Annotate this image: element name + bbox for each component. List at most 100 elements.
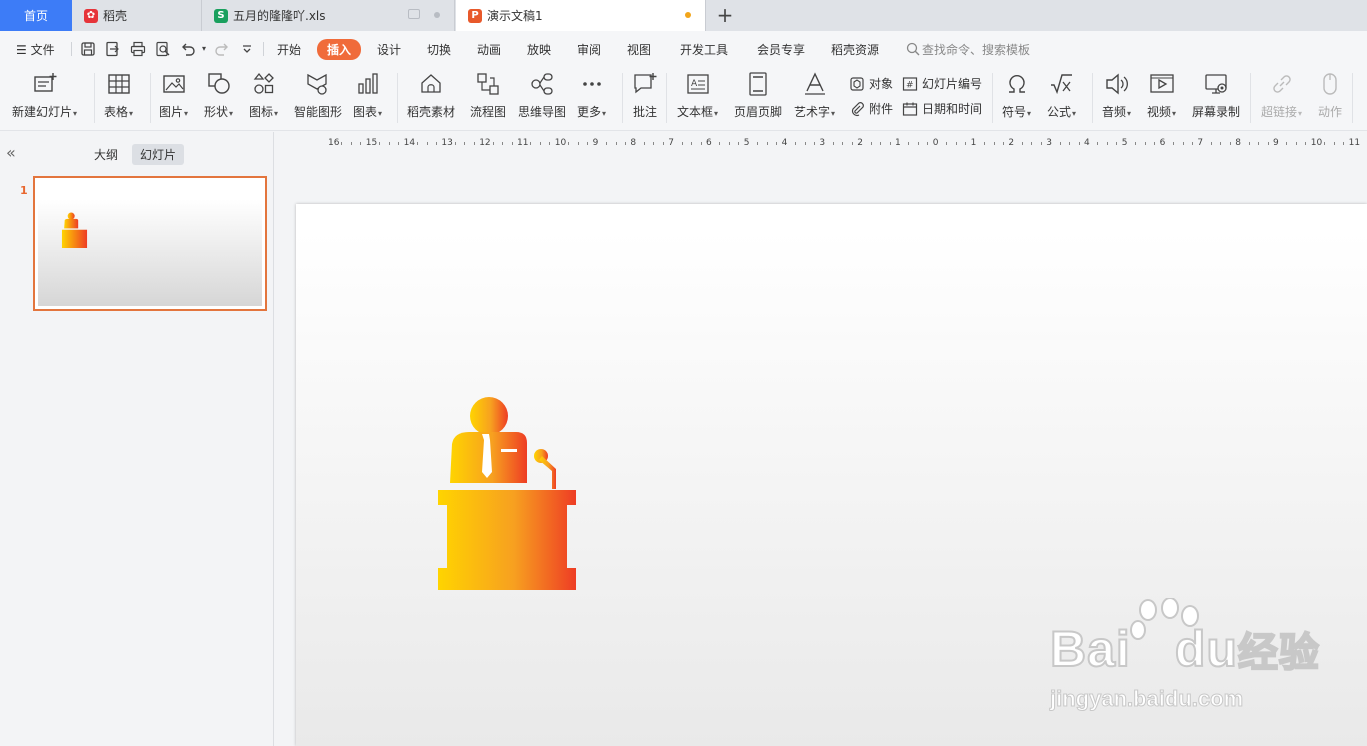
ruler-minor-tick — [662, 142, 664, 145]
tab-outline[interactable]: 大纲 — [86, 144, 126, 165]
svg-text:#: # — [906, 80, 914, 90]
ruler-minor-tick — [398, 142, 400, 145]
ruler-label: 10 — [554, 138, 567, 148]
print-preview-icon[interactable] — [155, 41, 171, 57]
redo-icon[interactable] — [214, 41, 230, 57]
slide-thumbnail[interactable] — [33, 176, 267, 311]
menu-view[interactable]: 视图 — [627, 41, 651, 58]
ruler-minor-tick — [1116, 142, 1118, 145]
monitor-icon — [408, 9, 420, 19]
flowchart-label: 流程图 — [470, 105, 507, 119]
menu-design[interactable]: 设计 — [377, 41, 401, 58]
wordart-button[interactable]: 艺术字▾ — [794, 71, 835, 120]
mindmap-label: 思维导图 — [518, 105, 567, 119]
menu-docer-resources[interactable]: 稻壳资源 — [831, 41, 879, 58]
menu-animation[interactable]: 动画 — [477, 41, 501, 58]
omega-icon — [1008, 74, 1025, 93]
flowchart-button[interactable]: 流程图 — [470, 71, 506, 120]
tab-home[interactable]: 首页 — [0, 0, 72, 31]
ruler-minor-tick — [454, 142, 456, 145]
docer-material-button[interactable]: 稻壳素材 — [407, 71, 455, 120]
ruler-minor-tick — [1305, 142, 1307, 145]
header-footer-label: 页眉页脚 — [734, 105, 783, 119]
customize-toolbar-icon[interactable] — [239, 41, 255, 57]
icon-button[interactable]: 图标▾ — [249, 71, 278, 120]
menu-start[interactable]: 开始 — [277, 41, 301, 58]
menu-developer[interactable]: 开发工具 — [680, 41, 728, 58]
tab-slides[interactable]: 幻灯片 — [132, 144, 185, 165]
symbol-button[interactable]: 符号▾ — [1002, 71, 1031, 120]
ruler-label: 10 — [1310, 138, 1323, 148]
ruler-minor-tick — [492, 142, 494, 145]
print-icon[interactable] — [130, 41, 146, 57]
file-menu[interactable]: ☰ 文件 — [16, 41, 55, 58]
collapse-panel-icon[interactable]: « — [6, 143, 16, 162]
object-button[interactable]: 对象 — [849, 75, 893, 92]
audio-label: 音频 — [1102, 105, 1127, 119]
ruler-minor-tick — [350, 142, 352, 145]
ruler-minor-tick — [587, 142, 589, 145]
picture-label: 图片 — [159, 105, 184, 119]
watermark-brand: Bai du经验 — [1049, 620, 1320, 678]
formula-button[interactable]: 公式▾ — [1047, 71, 1076, 120]
ruler-minor-tick — [1031, 142, 1033, 145]
table-button[interactable]: 表格▾ — [104, 71, 133, 120]
podium-speaker-icon[interactable] — [438, 394, 576, 590]
ruler-minor-tick — [804, 142, 806, 145]
mouse-icon — [1323, 73, 1337, 95]
menu-slideshow[interactable]: 放映 — [527, 41, 551, 58]
ruler-minor-tick — [1040, 142, 1042, 145]
new-slide-button[interactable]: 新建幻灯片▾ — [12, 71, 77, 120]
new-tab-button[interactable]: + — [714, 4, 736, 26]
audio-button[interactable]: 音频▾ — [1102, 71, 1131, 120]
smartart-button[interactable]: 智能图形 — [294, 71, 342, 120]
datetime-button[interactable]: 日期和时间 — [902, 100, 982, 117]
attachment-button[interactable]: 附件 — [849, 100, 893, 117]
chart-button[interactable]: 图表▾ — [353, 71, 382, 120]
textbox-button[interactable]: A 文本框▾ — [677, 71, 718, 120]
menu-member[interactable]: 会员专享 — [757, 41, 805, 58]
object-label: 对象 — [869, 77, 894, 91]
export-pdf-icon[interactable] — [105, 41, 121, 57]
hyperlink-button[interactable]: 超链接▾ — [1261, 71, 1302, 120]
ruler-minor-tick — [870, 142, 872, 145]
docer-material-label: 稻壳素材 — [407, 105, 456, 119]
mindmap-button[interactable]: 思维导图 — [518, 71, 566, 120]
action-button[interactable]: 动作 — [1317, 71, 1343, 120]
more-button[interactable]: 更多▾ — [577, 71, 606, 120]
undo-dropdown-icon[interactable]: ▾ — [196, 41, 212, 57]
tab-xls[interactable]: S 五月的隆隆吖.xls — [202, 0, 455, 31]
slide-number-button[interactable]: # 幻灯片编号 — [902, 75, 982, 92]
ruler-minor-tick — [1248, 142, 1250, 145]
ruler-label: 14 — [403, 138, 416, 148]
menu-bar: ☰ 文件 ▾ 开始 插入 设计 切换 动画 放映 审阅 视图 开发工具 会员专享… — [0, 31, 1367, 67]
ruler-minor-tick — [643, 142, 645, 145]
ruler-minor-tick — [776, 142, 778, 145]
menu-review[interactable]: 审阅 — [577, 41, 601, 58]
undo-icon[interactable] — [180, 41, 196, 57]
ruler-minor-tick — [795, 142, 797, 145]
ruler-minor-tick — [1106, 142, 1108, 145]
menu-transition[interactable]: 切换 — [427, 41, 451, 58]
ruler-minor-tick — [917, 142, 919, 145]
tab-xls-label: 五月的隆隆吖.xls — [233, 9, 326, 23]
comment-button[interactable]: 批注 — [632, 71, 658, 120]
menu-insert[interactable]: 插入 — [317, 39, 362, 60]
ruler-minor-tick — [1069, 142, 1071, 145]
screen-record-button[interactable]: 屏幕录制 — [1192, 71, 1240, 120]
divider — [263, 42, 264, 56]
command-search-input[interactable]: 查找命令、搜索模板 — [922, 41, 1030, 58]
video-button[interactable]: 视频▾ — [1147, 71, 1176, 120]
ruler-minor-tick — [1295, 142, 1297, 145]
ruler-minor-tick — [464, 142, 466, 145]
ruler-minor-tick — [851, 142, 853, 145]
ruler-minor-tick — [1154, 142, 1156, 145]
save-icon[interactable] — [80, 41, 96, 57]
tab-docer[interactable]: ✿ 稻壳 — [72, 0, 202, 31]
picture-button[interactable]: 图片▾ — [159, 71, 188, 120]
tab-ppt[interactable]: P 演示文稿1 — [456, 0, 706, 31]
ruler-minor-tick — [426, 142, 428, 145]
header-footer-button[interactable]: 页眉页脚 — [734, 71, 782, 120]
ruler-label: 15 — [365, 138, 378, 148]
shape-button[interactable]: 形状▾ — [204, 71, 233, 120]
